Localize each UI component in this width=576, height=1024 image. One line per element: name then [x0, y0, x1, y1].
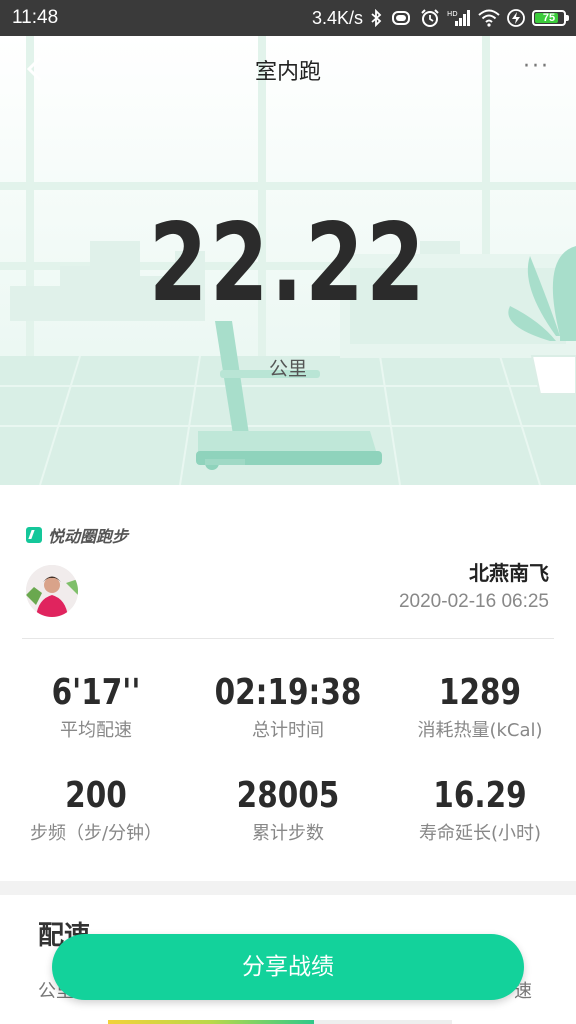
- distance-unit: 公里: [268, 358, 307, 380]
- stat-value: 1289: [438, 672, 522, 713]
- svg-text:HD: HD: [447, 10, 458, 18]
- pace-bar-track: [108, 1020, 452, 1024]
- brand-name: 悦动圈跑步: [48, 527, 129, 546]
- stat-label: 累计步数: [252, 823, 324, 844]
- vibrate-icon: [389, 10, 413, 26]
- pace-bar-fill: [108, 1020, 315, 1024]
- wifi-icon: [478, 9, 500, 27]
- status-time: 11:48: [12, 7, 59, 28]
- divider: [22, 638, 554, 639]
- stat-value: 6'17'': [51, 672, 141, 713]
- stat-label: 消耗热量(kCal): [417, 720, 543, 741]
- more-dots-icon[interactable]: ···: [523, 56, 550, 78]
- stat-cadence: 200 步频（步/分钟）: [0, 776, 192, 845]
- stat-total-time: 02:19:38 总计时间: [192, 673, 384, 742]
- stat-label: 平均配速: [60, 720, 132, 741]
- distance-value: 22.22: [148, 201, 428, 326]
- stat-value: 16.29: [433, 775, 527, 816]
- stat-label: 寿命延长(小时): [418, 823, 542, 844]
- stat-value: 28005: [236, 775, 340, 816]
- hero-banner: 室内跑 ··· 22.22 公里: [0, 36, 576, 485]
- alarm-icon: [420, 8, 440, 28]
- battery-level: 75: [542, 12, 556, 24]
- network-speed: 3.4K/s: [311, 7, 363, 28]
- run-datetime: 2020-02-16 06:25: [398, 591, 549, 612]
- share-button[interactable]: 分享战绩: [52, 934, 524, 1000]
- stat-value: 200: [65, 775, 127, 816]
- brand-logo-icon: [26, 527, 42, 543]
- summary-card: 悦动圈跑步 北燕南飞 2020-02-16 06:25 6'17'' 平均配速 …: [0, 485, 576, 881]
- section-separator: [0, 881, 576, 895]
- battery-icon: 75: [532, 10, 569, 26]
- status-icons: 3.4K/s HD 75: [311, 6, 569, 30]
- brand: 悦动圈跑步: [26, 523, 128, 547]
- charging-icon: [507, 9, 525, 27]
- page-title: 室内跑: [254, 60, 321, 85]
- user-name: 北燕南飞: [469, 561, 549, 585]
- stat-steps: 28005 累计步数: [192, 776, 384, 845]
- bluetooth-icon: [370, 9, 382, 27]
- stat-life-extension: 16.29 寿命延长(小时): [384, 776, 576, 845]
- stat-avg-pace: 6'17'' 平均配速: [0, 673, 192, 742]
- avatar[interactable]: [26, 565, 78, 617]
- stat-label: 总计时间: [252, 720, 324, 741]
- status-bar: 11:48 3.4K/s HD 75: [0, 0, 576, 36]
- hd-signal-icon: HD: [447, 9, 471, 27]
- avatar-image: [26, 565, 78, 617]
- stat-value: 02:19:38: [214, 672, 362, 713]
- stat-label: 步频（步/分钟）: [29, 823, 163, 844]
- stat-calories: 1289 消耗热量(kCal): [384, 673, 576, 742]
